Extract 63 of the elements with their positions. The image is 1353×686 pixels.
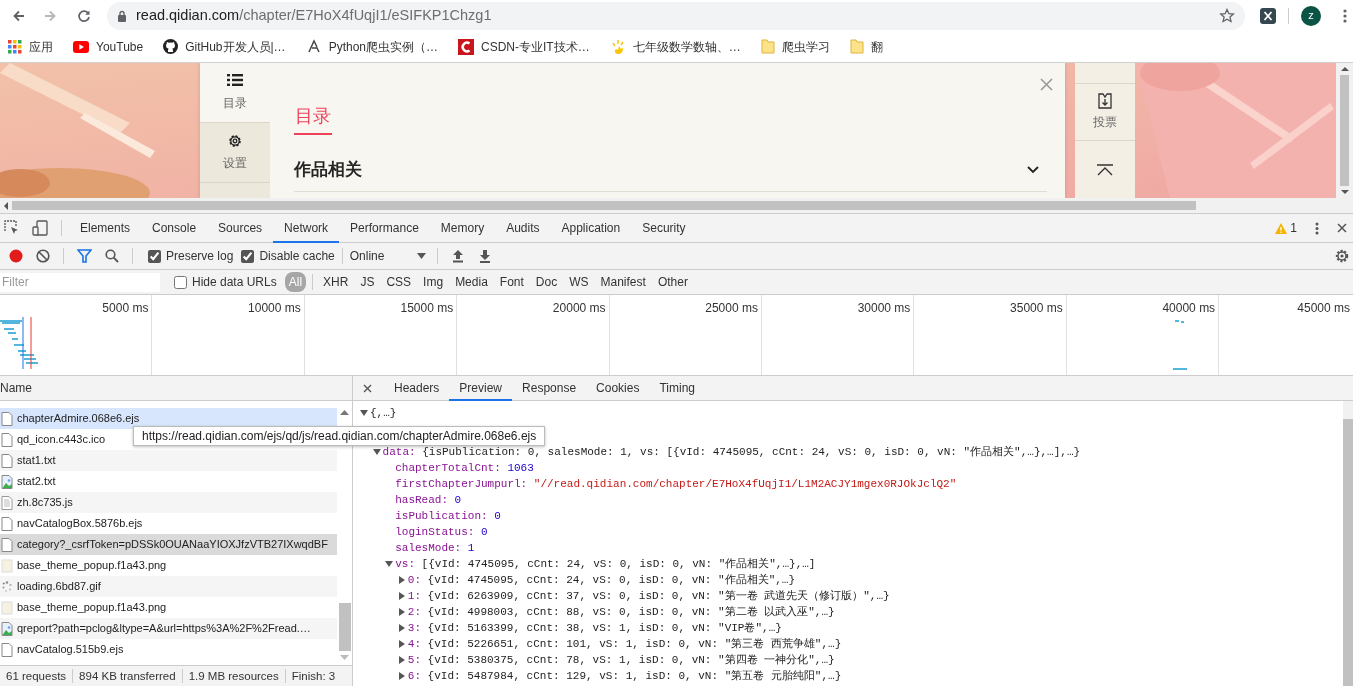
- json-key: salesMode:: [395, 540, 462, 556]
- request-name: zh.8c735.js: [17, 495, 73, 511]
- json-value: {vId: 5487984, cCnt: 129, vS: 1, isD: 0, vN: "第五卷 元胎纯阳",…}: [427, 669, 842, 684]
- json-value: 1: [467, 541, 475, 556]
- json-value: [{vId: 4745095, cCnt: 24, vS: 0, isD: 0, vN: "作品相关",…},…]: [421, 557, 816, 572]
- checkbox-label: Preserve log: [166, 248, 234, 265]
- request-name: navCatalogBox.5876b.ejs: [17, 516, 143, 532]
- json-key: 2:: [407, 604, 421, 620]
- json-value: {vId: 5226651, cCnt: 101, vS: 1, isD: 0, vN: "第三卷 西荒争雄",…}: [427, 637, 842, 652]
- time-tick-label: 15000 ms: [400, 301, 454, 315]
- json-key: hasRead:: [395, 492, 448, 508]
- checkbox-label: Disable cache: [259, 248, 335, 265]
- status-text: 894 KB transferred: [73, 669, 183, 683]
- json-value: {vId: 5163399, cCnt: 38, vS: 1, isD: 0, vN: "VIP卷",…}: [427, 621, 782, 636]
- request-name: category?_csrfToken=pDSSk0OUANaaYIOXJfzVTB27IXwqdBF: [17, 537, 328, 553]
- json-key: chapterTotalCnt:: [395, 460, 501, 476]
- request-name: qreport?path=pclog&ltype=A&url=https%3A%2F%2Fread.…: [17, 621, 311, 637]
- request-name: loading.6bd87.gif: [17, 579, 101, 595]
- json-key: loginStatus:: [395, 524, 475, 540]
- json-value: {isPublication: 0, salesMode: 1, vs: [{vId: 4745095, cCnt: 24, vS: 0, isD: 0, vN: "作品相关",…},…],…}: [422, 445, 1081, 460]
- json-key: data:: [382, 444, 416, 460]
- json-value: {vId: 6263909, cCnt: 37, vS: 0, isD: 0, vN: "第一卷 武道先天（修订版）",…}: [427, 589, 890, 604]
- json-key: isPublication:: [395, 508, 488, 524]
- request-name: stat1.txt: [17, 453, 56, 469]
- time-tick-label: 30000 ms: [857, 301, 911, 315]
- request-name: base_theme_popup.f1a43.png: [17, 558, 167, 574]
- request-name: chapterAdmire.068e6.ejs: [17, 411, 140, 427]
- status-text: 61 requests: [0, 669, 74, 683]
- url-tooltip: https://read.qidian.com/ejs/qd/js/read.qidian.com/chapterAdmire.068e6.ejs: [133, 426, 546, 446]
- time-tick-label: 35000 ms: [1010, 301, 1063, 315]
- section-title: 作品相关: [294, 159, 362, 181]
- json-value: {vId: 5380375, cCnt: 78, vS: 1, isD: 0, vN: "第四卷 一神分化",…}: [427, 653, 835, 668]
- json-value: {vId: 4998003, cCnt: 88, vS: 0, isD: 0, vN: "第二卷 以武入巫",…}: [427, 605, 835, 620]
- url-text: read.qidian.com/chapter/E7HoX4fUqjI1/eSIFKP1Chzg1: [136, 5, 492, 25]
- catalog-heading: 目录: [294, 103, 332, 135]
- json-value: 1063: [507, 461, 534, 476]
- time-tick-label: 45000 ms: [1297, 301, 1350, 315]
- json-key: 4:: [407, 636, 421, 652]
- json-value: {,…}: [370, 406, 397, 421]
- json-key: vs:: [395, 556, 415, 572]
- json-value: {vId: 4745095, cCnt: 24, vS: 0, isD: 0, vN: "作品相关",…}: [427, 573, 796, 588]
- request-name: navCatalog.515b9.ejs: [17, 642, 124, 658]
- time-tick-label: 5000 ms: [102, 301, 149, 315]
- request-name: stat2.txt: [17, 474, 56, 490]
- time-tick-label: 10000 ms: [248, 301, 301, 315]
- request-name: base_theme_popup.f1a43.png: [17, 600, 167, 616]
- status-text: Finish: 3: [290, 669, 337, 683]
- json-value: 0: [454, 493, 462, 508]
- json-key: 3:: [407, 620, 421, 636]
- time-tick-label: 40000 ms: [1162, 301, 1216, 315]
- json-value: 0: [481, 525, 488, 540]
- json-key: 6:: [407, 668, 421, 684]
- json-value: 0: [494, 509, 501, 524]
- json-key: 0:: [407, 572, 421, 588]
- json-key: firstChapterJumpurl:: [395, 476, 528, 492]
- time-tick-label: 20000 ms: [552, 301, 606, 315]
- json-key: 1:: [407, 588, 421, 604]
- json-value: "//read.qidian.com/chapter/E7HoX4fUqjI1/L1M2ACJY1mgex0RJOkJclQ2": [533, 477, 957, 492]
- checkbox-label: Hide data URLs: [192, 274, 277, 291]
- request-name: qd_icon.c443c.ico: [17, 432, 106, 448]
- json-key: 5:: [407, 652, 421, 668]
- status-text: 1.9 MB resources: [182, 669, 286, 683]
- time-tick-label: 25000 ms: [705, 301, 758, 315]
